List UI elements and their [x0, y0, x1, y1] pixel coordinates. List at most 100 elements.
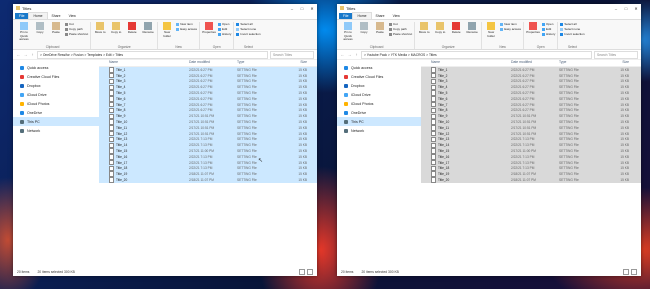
- file-list: Name Date modified Type Size Title_1 2/2…: [421, 58, 641, 267]
- forward-icon[interactable]: →: [23, 52, 28, 57]
- select-none-button[interactable]: Select none: [236, 27, 260, 31]
- copy-path-button[interactable]: Copy path: [389, 27, 412, 31]
- column-name[interactable]: Name: [99, 60, 189, 64]
- organize-group: Move to Copy to Delete Rename Organize: [415, 22, 483, 49]
- invert-selection-button[interactable]: Invert selection: [236, 32, 261, 36]
- back-icon[interactable]: ←: [16, 52, 21, 57]
- copy-to-button[interactable]: Copy to: [433, 22, 447, 35]
- back-icon[interactable]: ←: [340, 52, 345, 57]
- nav-item-quick-access[interactable]: Quick access: [337, 63, 421, 72]
- invert-selection-button[interactable]: Invert selection: [560, 32, 585, 36]
- title-bar[interactable]: Titles – □ ✕: [337, 4, 641, 12]
- close-icon[interactable]: ✕: [631, 6, 641, 11]
- rename-button[interactable]: Rename: [141, 22, 155, 35]
- nav-item-creative-cloud-files[interactable]: Creative Cloud Files: [337, 72, 421, 81]
- edit-button[interactable]: Edit: [542, 27, 555, 31]
- file-row[interactable]: Title_20 2/18/21 11:07 PM SETTING File 1…: [99, 177, 317, 183]
- paste-button[interactable]: Paste: [373, 22, 387, 35]
- up-icon[interactable]: ↑: [354, 52, 359, 57]
- up-icon[interactable]: ↑: [30, 52, 35, 57]
- paste-shortcut-button[interactable]: Paste shortcut: [65, 32, 88, 36]
- history-button[interactable]: History: [218, 32, 231, 36]
- tab-share[interactable]: Share: [372, 13, 389, 19]
- column-size[interactable]: Size: [277, 60, 307, 64]
- close-icon[interactable]: ✕: [307, 6, 317, 11]
- edit-button[interactable]: Edit: [218, 27, 231, 31]
- easy-access-button[interactable]: Easy access: [176, 27, 197, 31]
- column-size[interactable]: Size: [599, 60, 629, 64]
- file-row[interactable]: Title_20 2/18/21 11:07 PM SETTING File 1…: [421, 177, 641, 183]
- new-item-button[interactable]: New item: [176, 22, 197, 26]
- new-item-button[interactable]: New item: [500, 22, 521, 26]
- tab-view[interactable]: View: [65, 13, 80, 19]
- nav-item-dropbox[interactable]: Dropbox: [13, 81, 99, 90]
- nav-item-creative-cloud-files[interactable]: Creative Cloud Files: [13, 72, 99, 81]
- open-icon: [542, 22, 546, 26]
- title-bar[interactable]: Titles – □ ✕: [13, 4, 317, 12]
- nav-item-icloud-photos[interactable]: iCloud Photos: [337, 99, 421, 108]
- file-icon: [109, 136, 114, 143]
- open-button[interactable]: Open: [542, 22, 555, 26]
- copy-button[interactable]: Copy: [357, 22, 371, 35]
- minimize-icon[interactable]: –: [611, 6, 621, 11]
- move-to-button[interactable]: Move to: [417, 22, 431, 35]
- maximize-icon[interactable]: □: [297, 6, 307, 11]
- cut-button[interactable]: Cut: [65, 22, 88, 26]
- history-button[interactable]: History: [542, 32, 555, 36]
- new-folder-button[interactable]: New folder: [160, 22, 174, 38]
- history-icon: [218, 32, 222, 36]
- select-all-button[interactable]: Select all: [560, 22, 584, 26]
- column-type[interactable]: Type: [237, 60, 277, 64]
- nav-item-icloud-photos[interactable]: iCloud Photos: [13, 99, 99, 108]
- pin-button[interactable]: Pin to Quick access: [17, 22, 31, 42]
- easy-access-button[interactable]: Easy access: [500, 27, 521, 31]
- details-view-icon[interactable]: [623, 268, 629, 275]
- rename-button[interactable]: Rename: [465, 22, 479, 35]
- properties-button[interactable]: Properties: [202, 22, 216, 35]
- paste-shortcut-button[interactable]: Paste shortcut: [389, 32, 412, 36]
- select-all-button[interactable]: Select all: [236, 22, 260, 26]
- column-name[interactable]: Name: [421, 60, 511, 64]
- copy-to-button[interactable]: Copy to: [109, 22, 123, 35]
- tab-home[interactable]: Home: [28, 12, 48, 19]
- maximize-icon[interactable]: □: [621, 6, 631, 11]
- tab-share[interactable]: Share: [48, 13, 65, 19]
- forward-icon[interactable]: →: [347, 52, 352, 57]
- properties-button[interactable]: Properties: [526, 22, 540, 35]
- tiles-view-icon[interactable]: [307, 268, 313, 275]
- tab-file[interactable]: File: [339, 13, 353, 19]
- explorer-window-left: Titles – □ ✕ File Home Share View Pin to Qu…: [13, 4, 317, 276]
- delete-button[interactable]: Delete: [125, 22, 139, 35]
- nav-item-icloud-drive[interactable]: iCloud Drive: [13, 90, 99, 99]
- column-date[interactable]: Date modified: [511, 60, 559, 64]
- nav-item-network[interactable]: Network: [337, 126, 421, 135]
- open-button[interactable]: Open: [218, 22, 231, 26]
- tab-home[interactable]: Home: [352, 12, 372, 19]
- select-none-button[interactable]: Select none: [560, 27, 584, 31]
- column-type[interactable]: Type: [559, 60, 599, 64]
- details-view-icon[interactable]: [299, 268, 305, 275]
- copy-path-button[interactable]: Copy path: [65, 27, 88, 31]
- nav-item-this-pc[interactable]: This PC: [13, 117, 99, 126]
- nav-item-onedrive[interactable]: OneDrive: [337, 108, 421, 117]
- cut-button[interactable]: Cut: [389, 22, 412, 26]
- paste-icon: [52, 22, 60, 30]
- nav-item-network[interactable]: Network: [13, 126, 99, 135]
- delete-button[interactable]: Delete: [449, 22, 463, 35]
- nav-item-this-pc[interactable]: This PC: [337, 117, 421, 126]
- nav-item-dropbox[interactable]: Dropbox: [337, 81, 421, 90]
- nav-item-quick-access[interactable]: Quick access: [13, 63, 99, 72]
- pin-button[interactable]: Pin to Quick access: [341, 22, 355, 42]
- paste-button[interactable]: Paste: [49, 22, 63, 35]
- column-date[interactable]: Date modified: [189, 60, 237, 64]
- nav-item-onedrive[interactable]: OneDrive: [13, 108, 99, 117]
- minimize-icon[interactable]: –: [287, 6, 297, 11]
- tab-file[interactable]: File: [15, 13, 29, 19]
- move-to-button[interactable]: Move to: [93, 22, 107, 35]
- tiles-view-icon[interactable]: [631, 268, 637, 275]
- new-folder-button[interactable]: New folder: [484, 22, 498, 38]
- copy-button[interactable]: Copy: [33, 22, 47, 35]
- edit-icon: [542, 27, 546, 31]
- tab-view[interactable]: View: [389, 13, 404, 19]
- nav-item-icloud-drive[interactable]: iCloud Drive: [337, 90, 421, 99]
